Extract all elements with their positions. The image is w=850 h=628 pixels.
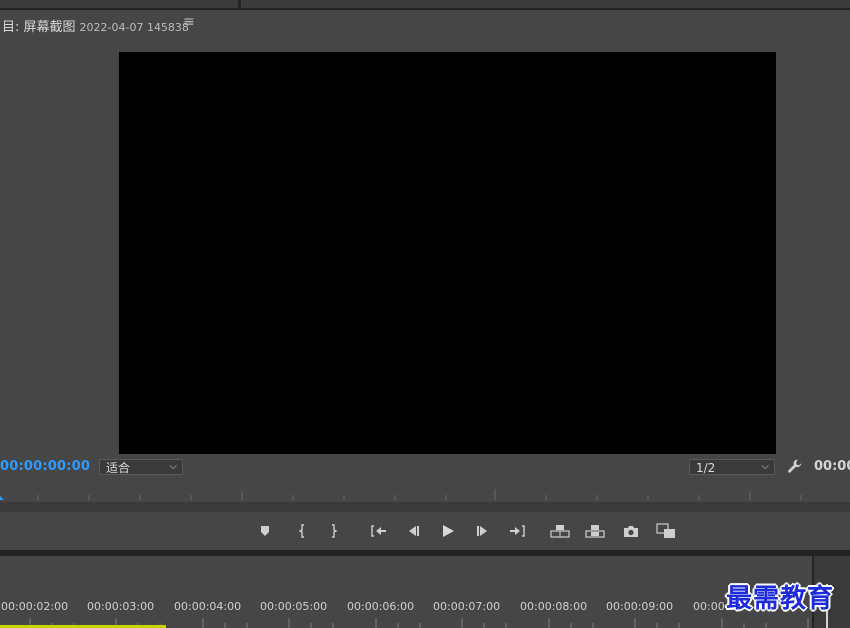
step-forward-icon[interactable]	[472, 522, 494, 540]
panel-tab-title[interactable]: 目: 屏幕截图 2022-04-07 145838	[2, 16, 189, 35]
chevron-down-icon: ⌵	[761, 461, 769, 472]
top-panel-strip	[0, 0, 850, 10]
playhead-timecode[interactable]: 00:00:00:00	[0, 459, 90, 474]
panel-subtitle: 2022-04-07 145838	[79, 21, 189, 34]
playback-resolution-select[interactable]: 1/2 ⌵	[689, 459, 775, 475]
watermark: 最需教育	[726, 584, 835, 614]
resolution-value: 1/2	[696, 461, 716, 475]
mark-out-icon[interactable]	[323, 522, 345, 540]
insert-icon[interactable]	[549, 522, 571, 540]
monitor-time-ruler[interactable]	[0, 487, 850, 501]
play-icon[interactable]	[437, 522, 459, 540]
step-back-icon[interactable]	[402, 522, 424, 540]
hamburger-icon[interactable]: ≡	[183, 14, 195, 30]
transport-controls	[0, 512, 850, 550]
go-to-out-icon[interactable]	[506, 522, 528, 540]
camera-icon[interactable]	[620, 522, 642, 540]
video-preview[interactable]	[119, 52, 776, 454]
zoom-level-select[interactable]: 适合 ⌵	[99, 459, 183, 475]
panel-title: 目: 屏幕截图	[2, 20, 76, 35]
chevron-down-icon: ⌵	[169, 461, 177, 472]
mark-in-icon[interactable]	[291, 522, 313, 540]
duration-timecode: 00:00	[814, 459, 850, 474]
go-to-in-icon[interactable]	[368, 522, 390, 540]
zoom-scrollbar[interactable]	[0, 502, 850, 512]
overwrite-icon[interactable]	[584, 522, 606, 540]
zoom-level-value: 适合	[106, 461, 131, 475]
marker-icon[interactable]	[254, 522, 276, 540]
wrench-icon[interactable]	[787, 458, 803, 474]
comparison-view-icon[interactable]	[655, 522, 677, 540]
